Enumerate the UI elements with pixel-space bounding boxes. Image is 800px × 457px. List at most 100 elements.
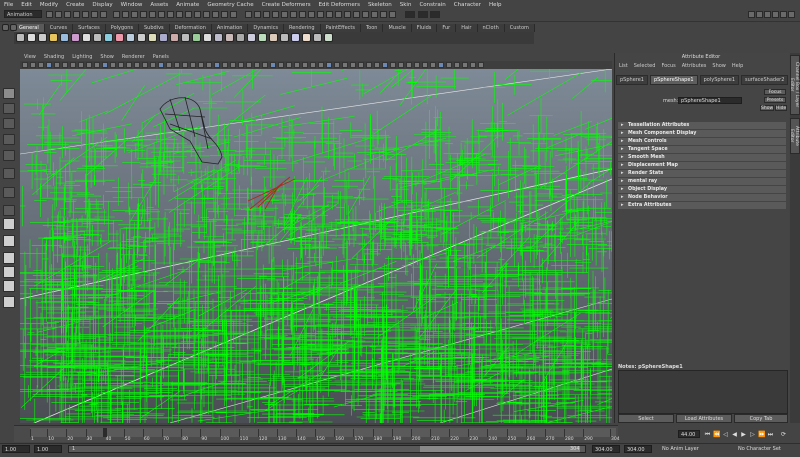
menu-skin[interactable]: Skin xyxy=(396,2,416,8)
viewport-menu-renderer[interactable]: Renderer xyxy=(118,54,149,60)
shelf-tab-fluids[interactable]: Fluids xyxy=(411,24,438,32)
layout-preset-icon[interactable] xyxy=(3,296,15,308)
start-time-field[interactable]: 1.00 xyxy=(2,445,30,453)
shelf-tab-muscle[interactable]: Muscle xyxy=(383,24,412,32)
viewport-toolbar-icon[interactable] xyxy=(334,62,340,68)
section-node-behavior[interactable]: Node Behavior xyxy=(618,194,786,201)
attr-tab-surfaceshader2[interactable]: surfaceShader2 xyxy=(741,75,789,85)
go-to-end-icon[interactable]: ⏭ xyxy=(767,431,774,438)
layout-preset-icon[interactable] xyxy=(3,280,15,292)
menu-animate[interactable]: Animate xyxy=(172,2,203,8)
status-line-tool-icon[interactable] xyxy=(113,11,120,18)
range-slider-handle[interactable] xyxy=(420,446,580,452)
menu-display[interactable]: Display xyxy=(88,2,116,8)
show-button[interactable]: Show xyxy=(760,105,774,111)
status-line-tool-icon[interactable] xyxy=(335,11,342,18)
menu-geometry-cache[interactable]: Geometry Cache xyxy=(203,2,257,8)
mesh-name-field[interactable]: pSphereShape1 xyxy=(678,97,742,104)
panel-toggle-icon[interactable] xyxy=(756,11,763,18)
viewport-toolbar-icon[interactable] xyxy=(206,62,212,68)
shelf-tab-painteffects[interactable]: PaintEffects xyxy=(320,24,361,32)
status-line-tool-icon[interactable] xyxy=(308,11,315,18)
shelf-tab-fur[interactable]: Fur xyxy=(437,24,457,32)
shelf-tool-icon[interactable] xyxy=(181,33,190,42)
menu-character[interactable]: Character xyxy=(450,2,485,8)
menu-window[interactable]: Window xyxy=(117,2,147,8)
viewport-toolbar-icon[interactable] xyxy=(302,62,308,68)
menu-help[interactable]: Help xyxy=(485,2,506,8)
viewport-toolbar-icon[interactable] xyxy=(190,62,196,68)
shelf-tool-icon[interactable] xyxy=(126,33,135,42)
shelf-tool-icon[interactable] xyxy=(236,33,245,42)
status-line-tool-icon[interactable] xyxy=(362,11,369,18)
shelf-tab-general[interactable]: General xyxy=(14,24,45,32)
attr-menu-selected[interactable]: Selected xyxy=(631,63,659,69)
status-line-tool-icon[interactable] xyxy=(55,11,62,18)
viewport-toolbar-icon[interactable] xyxy=(246,62,252,68)
viewport-toolbar-icon[interactable] xyxy=(230,62,236,68)
scale-tool-icon[interactable] xyxy=(3,168,15,179)
status-line-tool-icon[interactable] xyxy=(272,11,279,18)
attr-menu-attributes[interactable]: Attributes xyxy=(679,63,710,69)
layout-preset-icon[interactable] xyxy=(3,266,15,278)
playback-end-field[interactable]: 304.00 xyxy=(592,445,620,453)
menu-modify[interactable]: Modify xyxy=(36,2,62,8)
viewport-toolbar-icon[interactable] xyxy=(350,62,356,68)
viewport-toolbar-icon[interactable] xyxy=(158,62,164,68)
status-line-tool-icon[interactable] xyxy=(389,11,396,18)
time-slider-track[interactable] xyxy=(30,428,616,437)
viewport-toolbar-icon[interactable] xyxy=(126,62,132,68)
perspective-viewport[interactable] xyxy=(20,69,612,423)
shelf-tool-icon[interactable] xyxy=(71,33,80,42)
viewport-toolbar-icon[interactable] xyxy=(398,62,404,68)
current-frame-marker[interactable] xyxy=(103,428,107,437)
viewport-toolbar-icon[interactable] xyxy=(366,62,372,68)
viewport-toolbar-icon[interactable] xyxy=(262,62,268,68)
attribute-editor-tab[interactable]: Attribute Editor xyxy=(789,118,800,154)
viewport-toolbar-icon[interactable] xyxy=(254,62,260,68)
shelf-tab-curves[interactable]: Curves xyxy=(44,24,74,32)
viewport-toolbar-icon[interactable] xyxy=(294,62,300,68)
viewport-toolbar-icon[interactable] xyxy=(38,62,44,68)
load-attributes-button[interactable]: Load Attributes xyxy=(676,414,732,423)
go-to-start-icon[interactable]: ⏮ xyxy=(704,431,711,438)
manipulator-tool-icon[interactable] xyxy=(3,187,15,198)
section-object-display[interactable]: Object Display xyxy=(618,186,786,193)
viewport-toolbar-icon[interactable] xyxy=(438,62,444,68)
viewport-toolbar-icon[interactable] xyxy=(102,62,108,68)
viewport-toolbar-icon[interactable] xyxy=(430,62,436,68)
attr-tab-psphere1[interactable]: pSphere1 xyxy=(616,75,648,85)
status-line-tool-icon[interactable] xyxy=(140,11,147,18)
viewport-toolbar-icon[interactable] xyxy=(278,62,284,68)
layout-preset-icon[interactable] xyxy=(3,218,15,230)
shelf-tool-icon[interactable] xyxy=(38,33,47,42)
viewport-toolbar-icon[interactable] xyxy=(358,62,364,68)
viewport-toolbar-icon[interactable] xyxy=(390,62,396,68)
status-line-tool-icon[interactable] xyxy=(176,11,183,18)
shelf-tool-icon[interactable] xyxy=(170,33,179,42)
status-line-tool-icon[interactable] xyxy=(344,11,351,18)
viewport-toolbar-icon[interactable] xyxy=(326,62,332,68)
viewport-toolbar-icon[interactable] xyxy=(238,62,244,68)
viewport-toolbar-icon[interactable] xyxy=(470,62,476,68)
shelf-tool-icon[interactable] xyxy=(159,33,168,42)
shelf-tool-icon[interactable] xyxy=(280,33,289,42)
shelf-tool-icon[interactable] xyxy=(313,33,322,42)
viewport-toolbar-icon[interactable] xyxy=(478,62,484,68)
status-line-tool-icon[interactable] xyxy=(212,11,219,18)
viewport-toolbar-icon[interactable] xyxy=(342,62,348,68)
viewport-toolbar-icon[interactable] xyxy=(462,62,468,68)
copy-tab-button[interactable]: Copy Tab xyxy=(734,414,788,423)
shelf-tab-hair[interactable]: Hair xyxy=(456,24,478,32)
shelf-tool-icon[interactable] xyxy=(324,33,333,42)
shelf-tab-ncloth[interactable]: nCloth xyxy=(477,24,505,32)
shelf-tool-icon[interactable] xyxy=(247,33,256,42)
viewport-toolbar-icon[interactable] xyxy=(310,62,316,68)
shelf-tool-icon[interactable] xyxy=(148,33,157,42)
viewport-toolbar-icon[interactable] xyxy=(118,62,124,68)
shelf-tab-rendering[interactable]: Rendering xyxy=(284,24,321,32)
section-mental-ray[interactable]: mental ray xyxy=(618,178,786,185)
shelf-tool-icon[interactable] xyxy=(16,33,25,42)
shelf-tool-icon[interactable] xyxy=(225,33,234,42)
viewport-toolbar-icon[interactable] xyxy=(414,62,420,68)
